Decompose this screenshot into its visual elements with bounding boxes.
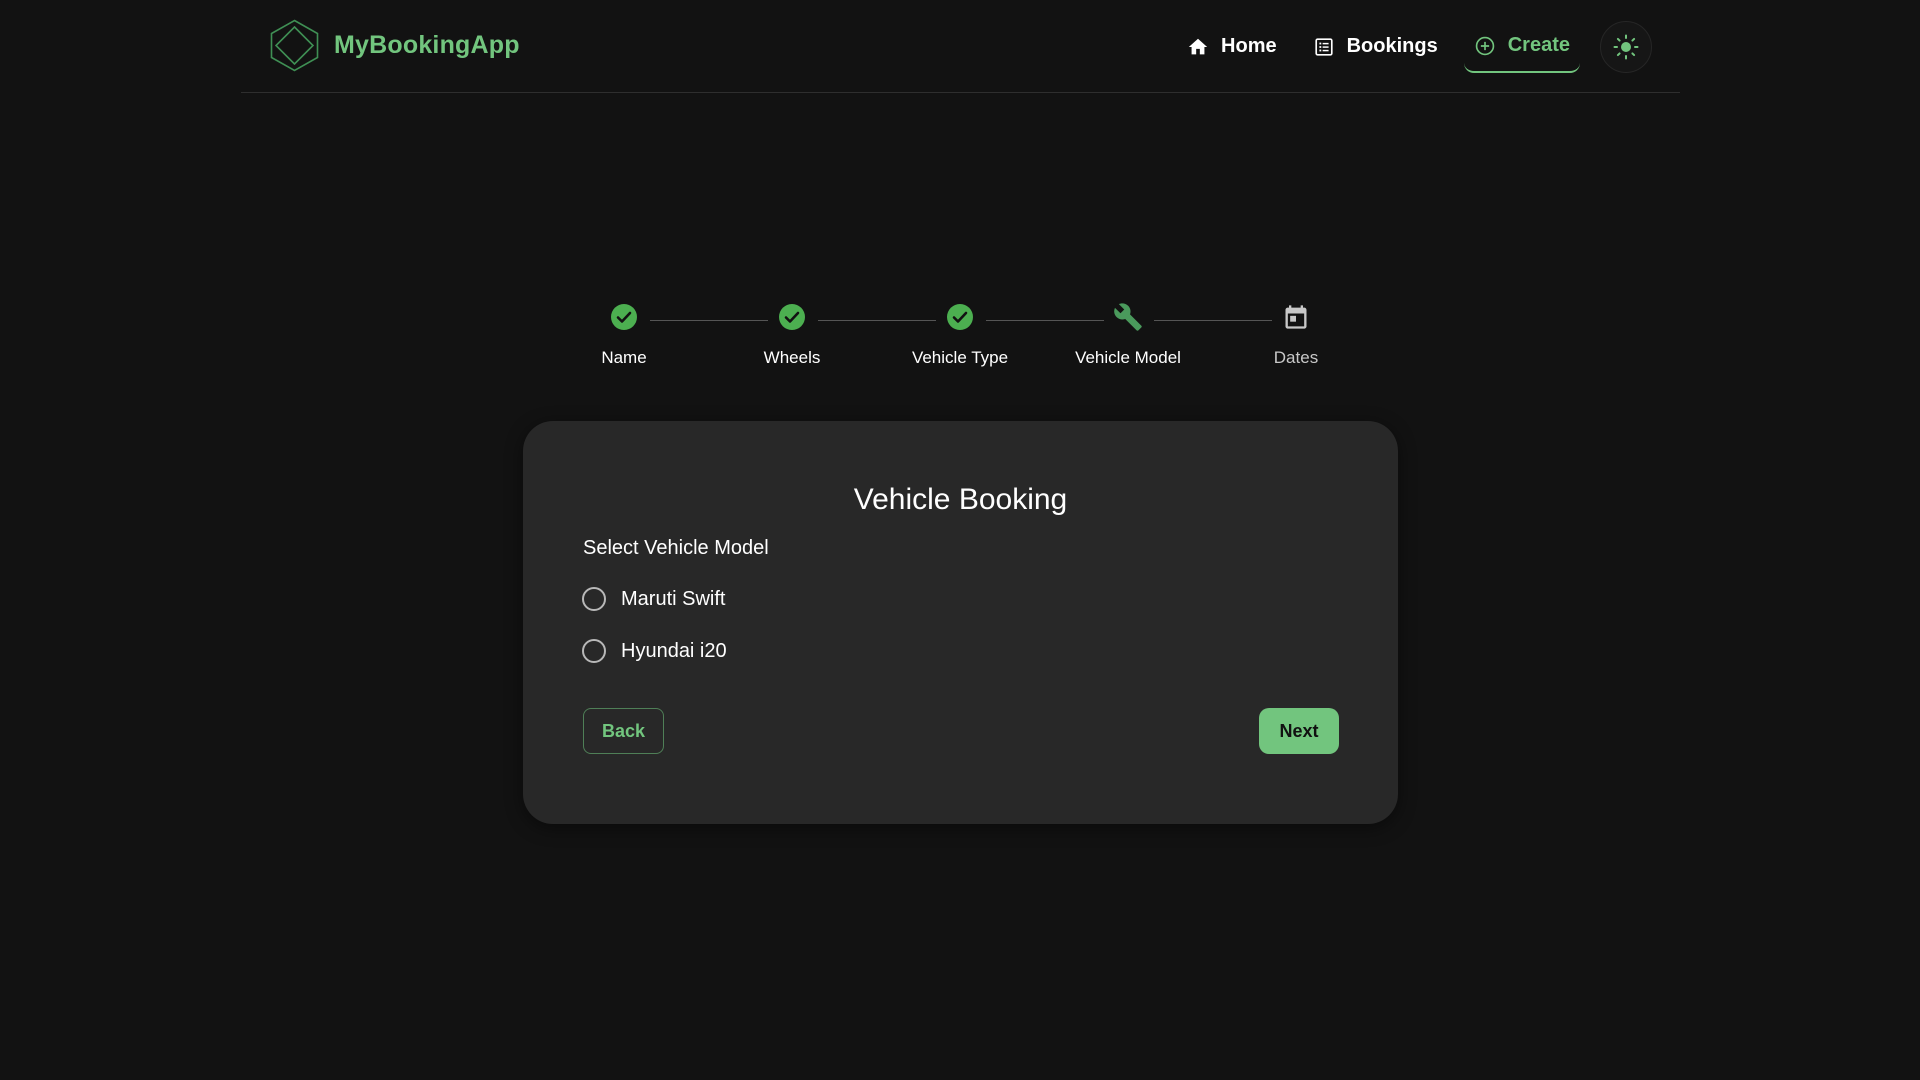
booking-form-card: Vehicle Booking Select Vehicle Model Mar… xyxy=(523,421,1398,824)
list-icon xyxy=(1314,37,1333,56)
wrench-icon xyxy=(1113,302,1143,332)
step-dates: Dates xyxy=(1206,302,1386,368)
radio-option-hyundai-i20[interactable]: Hyundai i20 xyxy=(582,639,727,663)
radio-option-label: Maruti Swift xyxy=(621,587,726,610)
step-wheels: Wheels xyxy=(702,302,882,368)
calendar-icon xyxy=(1281,302,1311,332)
radio-button[interactable] xyxy=(582,587,606,611)
field-label: Select Vehicle Model xyxy=(583,537,769,559)
nav-home[interactable]: Home xyxy=(1177,21,1287,73)
step-label: Wheels xyxy=(763,348,821,367)
radio-button[interactable] xyxy=(582,639,606,663)
plus-circle-icon xyxy=(1475,36,1494,55)
nav-create[interactable]: Create xyxy=(1463,21,1580,73)
step-vehicle-type: Vehicle Type xyxy=(870,302,1050,368)
radio-option-label: Hyundai i20 xyxy=(621,639,727,662)
theme-toggle-button[interactable] xyxy=(1600,20,1652,73)
home-icon xyxy=(1188,38,1208,54)
step-label: Dates xyxy=(1273,348,1319,367)
nav-home-label: Home xyxy=(1221,35,1277,57)
nav-bookings-label: Bookings xyxy=(1346,35,1438,57)
radio-option-maruti-swift[interactable]: Maruti Swift xyxy=(582,587,725,611)
booking-stepper: Name Wheels Vehicle Type Vehicle Model D… xyxy=(0,302,1920,382)
next-button[interactable]: Next xyxy=(1259,708,1339,754)
check-circle-icon xyxy=(609,302,639,332)
check-circle-icon xyxy=(777,302,807,332)
nav-bookings[interactable]: Bookings xyxy=(1303,21,1448,73)
form-title: Vehicle Booking xyxy=(853,483,1068,516)
brand-link[interactable]: MyBookingApp xyxy=(269,19,520,72)
top-navbar: MyBookingApp Home Bookings Create xyxy=(241,0,1680,93)
logo-icon xyxy=(270,19,319,72)
sun-icon xyxy=(1613,34,1639,59)
step-label: Name xyxy=(601,348,647,367)
back-button[interactable]: Back xyxy=(583,708,664,754)
step-name: Name xyxy=(534,302,714,368)
main-nav: Home Bookings Create xyxy=(1161,0,1652,93)
brand-name: MyBookingApp xyxy=(334,31,520,59)
check-circle-icon xyxy=(945,302,975,332)
nav-create-label: Create xyxy=(1507,34,1570,56)
step-label: Vehicle Model xyxy=(1075,348,1181,367)
step-label: Vehicle Type xyxy=(911,348,1009,367)
step-vehicle-model: Vehicle Model xyxy=(1038,302,1218,368)
